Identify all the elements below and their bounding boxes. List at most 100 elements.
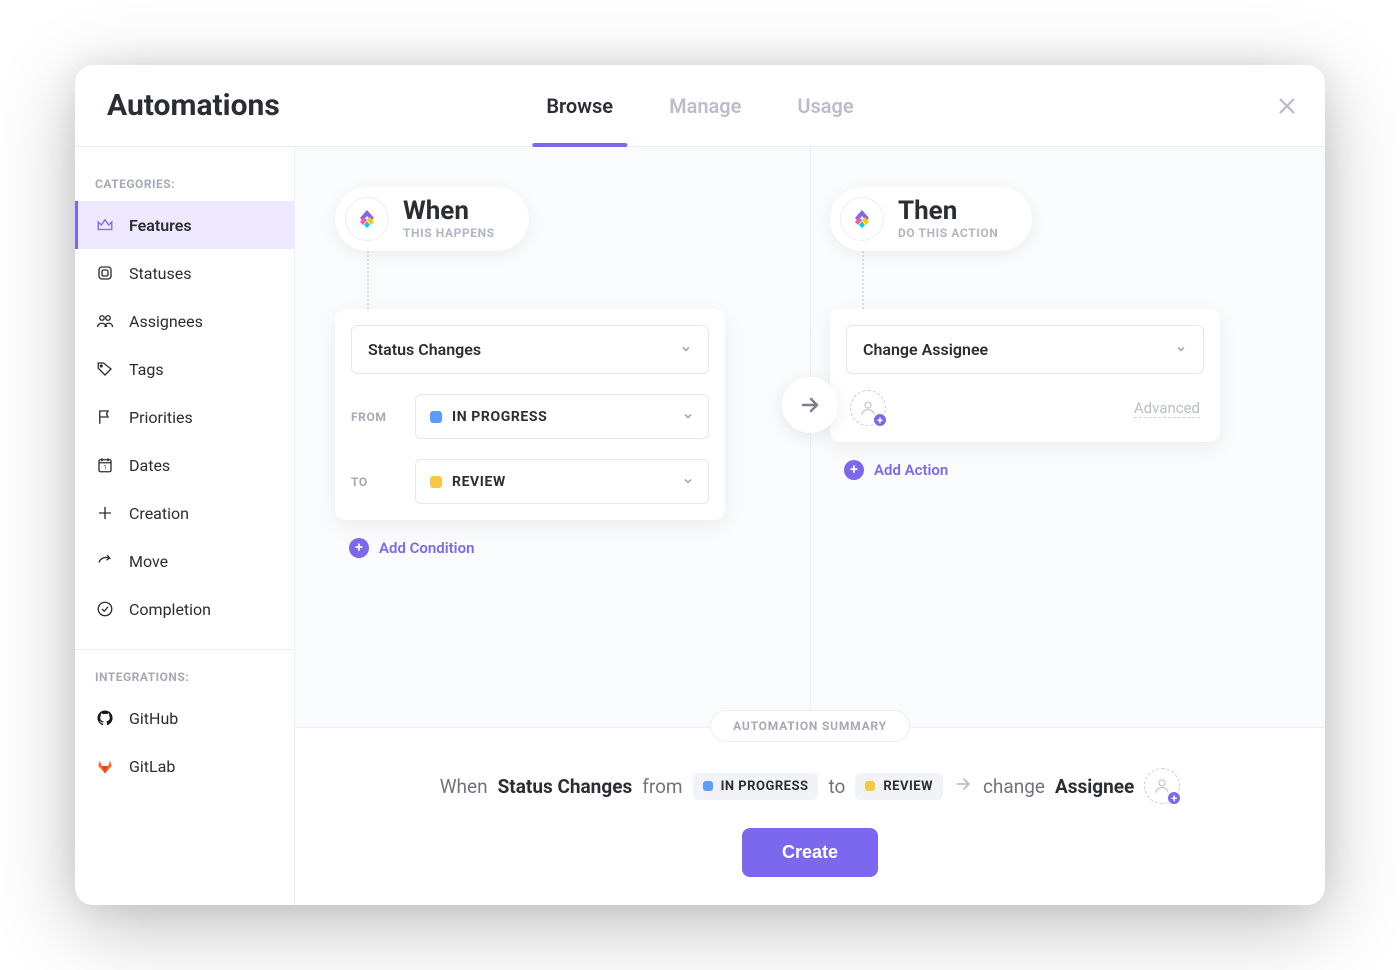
close-button[interactable] xyxy=(1273,92,1301,120)
then-title: Then xyxy=(898,198,998,224)
then-subtitle: DO THIS ACTION xyxy=(898,226,998,240)
when-subtitle: THIS HAPPENS xyxy=(403,226,495,240)
summary-badge: AUTOMATION SUMMARY xyxy=(710,710,910,742)
calendar-icon: 1 xyxy=(95,455,115,475)
from-status-select[interactable]: IN PROGRESS xyxy=(415,394,709,439)
summary-from-value: IN PROGRESS xyxy=(721,779,809,794)
sidebar-item-dates[interactable]: 1 Dates xyxy=(75,441,294,489)
tabs: Browse Manage Usage xyxy=(542,66,857,146)
action-select[interactable]: Change Assignee xyxy=(846,325,1204,374)
action-value: Change Assignee xyxy=(863,340,988,359)
sidebar-item-assignees[interactable]: Assignees xyxy=(75,297,294,345)
create-button[interactable]: Create xyxy=(742,828,878,877)
sidebar-item-label: GitHub xyxy=(129,709,178,728)
when-card: Status Changes FROM IN PROGRESS xyxy=(335,309,725,520)
summary-to-value: REVIEW xyxy=(883,779,933,794)
sidebar-item-label: Creation xyxy=(129,504,189,523)
add-action-label: Add Action xyxy=(874,461,948,479)
sidebar-item-gitlab[interactable]: GitLab xyxy=(75,742,294,790)
summary-sentence: When Status Changes from IN PROGRESS to … xyxy=(319,768,1301,804)
sidebar-item-move[interactable]: Move xyxy=(75,537,294,585)
add-condition-button[interactable]: + Add Condition xyxy=(349,538,474,558)
sidebar-item-tags[interactable]: Tags xyxy=(75,345,294,393)
flow-arrow xyxy=(782,377,838,433)
share-icon xyxy=(95,551,115,571)
clickup-logo-icon xyxy=(840,197,884,241)
then-header-pill: Then DO THIS ACTION xyxy=(830,187,1032,251)
sidebar-item-features[interactable]: Features xyxy=(75,201,294,249)
summary-trigger: Status Changes xyxy=(498,775,633,798)
summary-assignee-picker[interactable]: + xyxy=(1144,768,1180,804)
tab-usage[interactable]: Usage xyxy=(793,66,857,146)
sidebar-item-github[interactable]: GitHub xyxy=(75,694,294,742)
flag-icon xyxy=(95,407,115,427)
github-icon xyxy=(95,708,115,728)
status-swatch-yellow xyxy=(865,781,875,791)
then-connector xyxy=(862,251,864,309)
add-action-button[interactable]: + Add Action xyxy=(844,460,948,480)
chevron-down-icon xyxy=(680,340,692,359)
assignee-picker[interactable]: + xyxy=(850,390,886,426)
gitlab-icon xyxy=(95,756,115,776)
categories-heading: CATEGORIES: xyxy=(75,165,294,201)
trigger-select[interactable]: Status Changes xyxy=(351,325,709,374)
status-swatch-blue xyxy=(430,411,442,423)
automation-summary: AUTOMATION SUMMARY When Status Changes f… xyxy=(295,727,1325,905)
sidebar-item-label: Assignees xyxy=(129,312,203,331)
sidebar-item-label: Move xyxy=(129,552,168,571)
plus-circle-icon: + xyxy=(349,538,369,558)
then-column: Then DO THIS ACTION Change Assignee xyxy=(790,187,1285,707)
summary-change-word: change xyxy=(983,775,1045,798)
sidebar-item-priorities[interactable]: Priorities xyxy=(75,393,294,441)
arrow-right-icon xyxy=(798,393,822,417)
sidebar-item-label: Priorities xyxy=(129,408,193,427)
add-condition-label: Add Condition xyxy=(379,539,474,557)
check-circle-icon xyxy=(95,599,115,619)
sidebar-item-statuses[interactable]: Statuses xyxy=(75,249,294,297)
when-connector xyxy=(367,251,369,309)
tab-browse[interactable]: Browse xyxy=(542,66,617,146)
sidebar-item-creation[interactable]: Creation xyxy=(75,489,294,537)
trigger-value: Status Changes xyxy=(368,340,481,359)
modal-header: Automations Browse Manage Usage xyxy=(75,65,1325,147)
advanced-link[interactable]: Advanced xyxy=(1134,399,1200,418)
integrations-heading: INTEGRATIONS: xyxy=(75,658,294,694)
from-label: FROM xyxy=(351,410,401,424)
plus-icon xyxy=(95,503,115,523)
crown-icon xyxy=(95,215,115,235)
to-label: TO xyxy=(351,475,401,489)
plus-circle-icon: + xyxy=(844,460,864,480)
close-icon xyxy=(1276,95,1298,117)
automations-modal: Automations Browse Manage Usage CATEGORI… xyxy=(75,65,1325,905)
summary-when: When xyxy=(440,775,488,798)
summary-from-chip: IN PROGRESS xyxy=(693,773,819,800)
chevron-down-icon xyxy=(682,472,694,491)
when-header-pill: When THIS HAPPENS xyxy=(335,187,529,251)
main-panel: When THIS HAPPENS Status Changes FROM xyxy=(295,147,1325,905)
to-status-select[interactable]: REVIEW xyxy=(415,459,709,504)
sidebar-item-label: Dates xyxy=(129,456,170,475)
sidebar-separator xyxy=(75,649,294,650)
column-divider xyxy=(810,147,811,727)
when-title: When xyxy=(403,198,495,224)
modal-body: CATEGORIES: Features Statuses Assignees … xyxy=(75,147,1325,905)
sidebar-item-label: Features xyxy=(129,216,192,235)
plus-badge-icon: + xyxy=(872,412,888,428)
plus-badge-icon: + xyxy=(1166,790,1182,806)
to-status-value: REVIEW xyxy=(452,474,672,490)
sidebar-item-completion[interactable]: Completion xyxy=(75,585,294,633)
status-swatch-yellow xyxy=(430,476,442,488)
svg-text:1: 1 xyxy=(103,465,106,472)
tab-manage[interactable]: Manage xyxy=(665,66,745,146)
summary-target: Assignee xyxy=(1055,775,1134,798)
arrow-right-icon xyxy=(953,774,973,799)
clickup-logo-icon xyxy=(345,197,389,241)
sidebar-item-label: Statuses xyxy=(129,264,192,283)
status-swatch-blue xyxy=(703,781,713,791)
sidebar-item-label: GitLab xyxy=(129,757,175,776)
tag-icon xyxy=(95,359,115,379)
from-status-value: IN PROGRESS xyxy=(452,409,672,425)
chevron-down-icon xyxy=(682,407,694,426)
sidebar-item-label: Completion xyxy=(129,600,211,619)
modal-title: Automations xyxy=(107,88,280,123)
